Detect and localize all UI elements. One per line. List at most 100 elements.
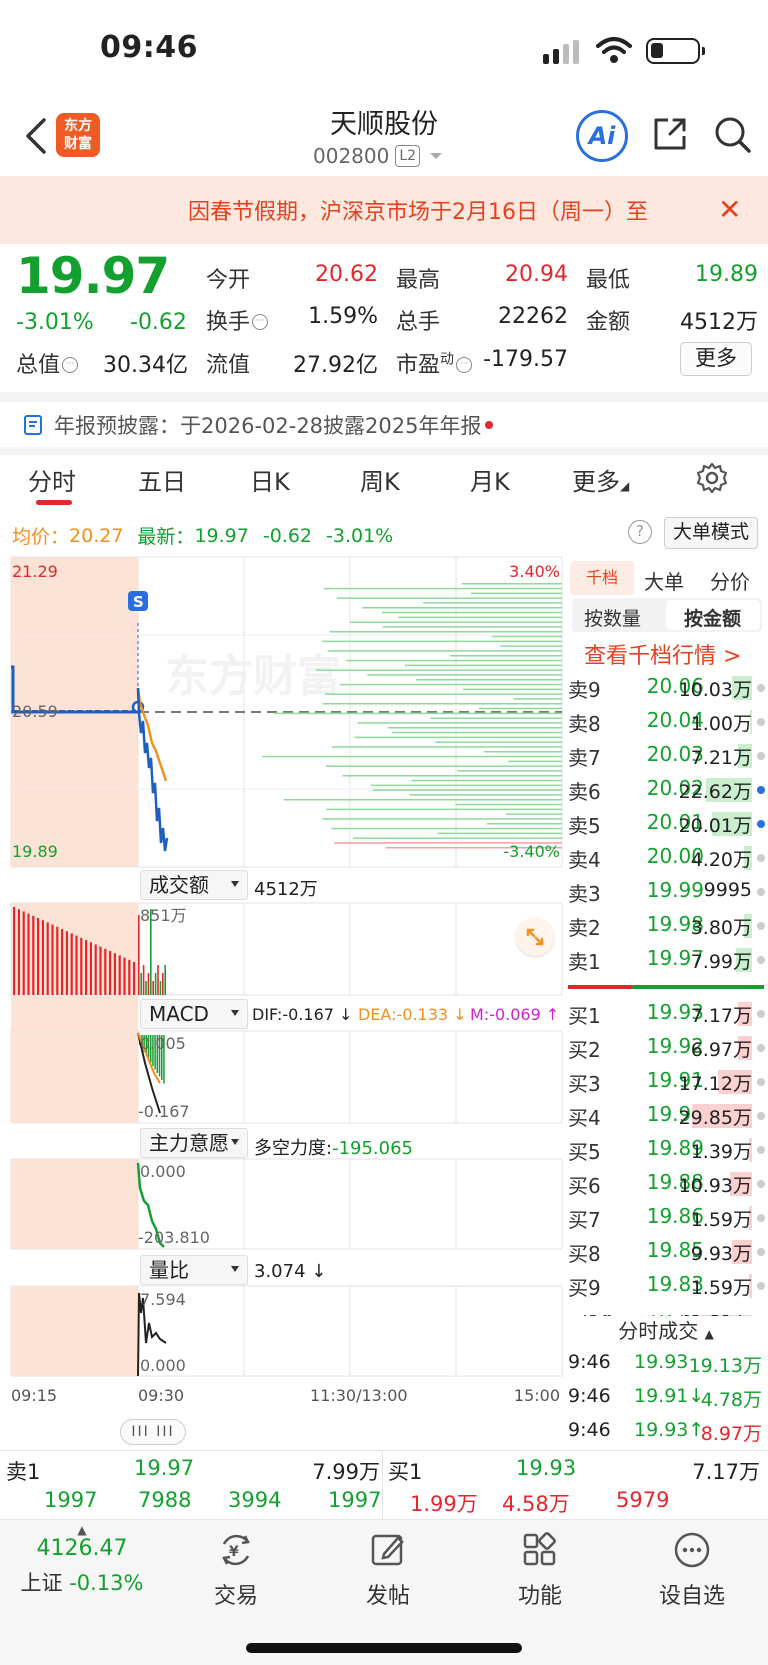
tab-intraday[interactable]: 分时	[28, 462, 76, 497]
ask-row-6[interactable]: 卖4 20.00 4.20万	[566, 840, 766, 874]
gear-icon[interactable]	[696, 462, 728, 494]
bid-row-4[interactable]: 买4 19.90 29.85万	[566, 1098, 766, 1132]
by-quantity-button[interactable]: 按数量	[584, 604, 641, 631]
volume-ratio-select[interactable]: 量比	[140, 1255, 248, 1285]
status-time: 09:46	[100, 30, 198, 65]
latest-percent: -3.01%	[326, 524, 394, 547]
share-icon[interactable]	[650, 114, 690, 154]
m-value: M:-0.069 ↑	[470, 1005, 560, 1024]
level-volume: 1.59万	[690, 1209, 752, 1231]
nav-trade[interactable]: ¥ 交易	[176, 1528, 296, 1610]
cellular-signal-icon	[543, 40, 579, 64]
level-price: 20.00	[646, 844, 704, 868]
volume-bar	[145, 981, 147, 995]
level-dot	[757, 1146, 765, 1154]
level-label: 卖7	[568, 746, 601, 770]
avg-label: 均价：	[12, 526, 70, 548]
index-name: 上证	[20, 1571, 63, 1595]
bid-row-9[interactable]: 买9 19.83 1.59万	[566, 1268, 766, 1302]
turnover-label[interactable]: 换手 ···	[206, 304, 269, 336]
main-axis-bottom: -203.810	[138, 1228, 210, 1247]
caret-icon	[231, 1139, 239, 1145]
intraday-chart[interactable]: 东方财富 S 21.29 20.59 19.89 3.40% -3.40% 85…	[0, 553, 564, 1419]
ask-row-5[interactable]: 卖5 20.01 20.01万	[566, 806, 766, 840]
level-price: 19.92	[646, 1034, 704, 1058]
float-cap-label: 流值	[206, 353, 251, 378]
tab-thousand-levels[interactable]: 千档	[570, 561, 634, 595]
main-force-indicator-select[interactable]: 主力意愿	[140, 1128, 248, 1158]
more-quote-button[interactable]: 更多	[680, 342, 752, 376]
level-dot	[757, 1248, 765, 1256]
depth-bar	[322, 818, 562, 820]
close-icon[interactable]: ✕	[718, 196, 741, 224]
level-label: 卖9	[568, 678, 601, 702]
level-dot	[757, 1180, 765, 1188]
ask-row-1[interactable]: 卖9 20.06 10.03万	[566, 670, 766, 704]
caret-icon	[231, 881, 239, 887]
nav-add-watchlist[interactable]: 设自选	[632, 1528, 752, 1610]
market-cap-label[interactable]: 总值 ···	[16, 347, 79, 379]
ask-row-4[interactable]: 卖6 20.02 22.62万	[566, 772, 766, 806]
tab-weekly-k[interactable]: 周K	[360, 462, 400, 497]
ask-row-2[interactable]: 卖8 20.04 1.00万	[566, 704, 766, 738]
ai-assistant-button[interactable]: Ai	[576, 110, 628, 162]
chart-scroll-handle[interactable]: III III	[120, 1419, 186, 1445]
volume-indicator-select[interactable]: 成交额	[140, 870, 248, 900]
by-amount-button[interactable]: 按金额	[684, 604, 741, 631]
volume-bar	[22, 911, 25, 995]
bid-row-1[interactable]: 买1 19.93 7.17万	[566, 996, 766, 1030]
view-thousand-levels-link[interactable]: 查看千档行情 >	[584, 638, 741, 670]
depth-bar	[336, 597, 562, 599]
ask-row-9[interactable]: 卖1 19.97 7.99万	[566, 942, 766, 976]
bid-row-3[interactable]: 买3 19.91 17.12万	[566, 1064, 766, 1098]
bid-row-6[interactable]: 买6 19.88 10.93万	[566, 1166, 766, 1200]
volume-bar	[32, 915, 35, 995]
depth-bar	[484, 751, 562, 753]
tab-monthly-k[interactable]: 月K	[470, 462, 510, 497]
bid-row-8[interactable]: 买8 19.85 9.93万	[566, 1234, 766, 1268]
volume-bar	[164, 965, 166, 995]
bid-row-5[interactable]: 买5 19.89 1.39万	[566, 1132, 766, 1166]
level-volume: 3.80万	[690, 917, 752, 939]
volume-axis-max: 851万	[140, 906, 187, 925]
big-order-mode-button[interactable]: 大单模式	[664, 517, 758, 549]
depth-bar	[478, 707, 562, 710]
tab-big-orders[interactable]: 大单	[644, 566, 684, 595]
caret-icon: ◢	[620, 479, 630, 493]
expand-icon[interactable]	[516, 918, 554, 956]
ask-row-3[interactable]: 卖7 20.03 7.21万	[566, 738, 766, 772]
main-power-label: 多空力度:	[254, 1138, 333, 1159]
depth-bar	[324, 693, 562, 695]
time-axis-midday: 11:30/13:00	[310, 1386, 408, 1405]
help-icon[interactable]: ?	[628, 520, 652, 544]
tick-trades-header[interactable]: 分时成交 ▲	[566, 1315, 766, 1344]
tab-price-distribution[interactable]: 分价	[710, 566, 750, 595]
annual-report-notice[interactable]: 年报预披露：于2026-02-28披露2025年年报	[22, 405, 494, 445]
index-ticker[interactable]: ▲ 4126.47 上证 -0.13%	[20, 1524, 144, 1597]
macd-axis-bottom: -0.167	[138, 1102, 190, 1121]
tick-price: 19.93	[634, 1351, 689, 1373]
ask-row-7[interactable]: 卖3 19.99 9995	[566, 874, 766, 908]
volume-bar	[104, 948, 107, 995]
macd-indicator-select[interactable]: MACD	[140, 999, 248, 1029]
level-price: 19.89	[646, 1136, 704, 1160]
level-label: 卖5	[568, 814, 601, 838]
bid-row-7[interactable]: 买7 19.86 1.59万	[566, 1200, 766, 1234]
tab-daily-k[interactable]: 日K	[250, 462, 290, 497]
market-cap-value: 30.34亿	[103, 353, 188, 378]
tab-more[interactable]: 更多◢	[572, 462, 629, 497]
tick-time: 9:46	[568, 1385, 611, 1407]
search-icon[interactable]	[712, 114, 752, 154]
nav-functions[interactable]: 功能	[480, 1528, 600, 1610]
volume-bar	[89, 942, 92, 995]
amount-value: 4512万	[680, 310, 758, 335]
depth-bar	[492, 635, 562, 638]
stock-code-selector[interactable]: 002800 L2	[313, 144, 444, 168]
price-axis-bottom: 19.89	[12, 842, 58, 861]
nav-post[interactable]: 发帖	[328, 1528, 448, 1610]
ask-row-8[interactable]: 卖2 19.98 3.80万	[566, 908, 766, 942]
tab-five-day[interactable]: 五日	[138, 462, 186, 497]
pe-label[interactable]: 市盈动 ···	[396, 347, 473, 379]
ask-queue-1: 1997	[44, 1488, 98, 1512]
bid-row-2[interactable]: 买2 19.92 6.97万	[566, 1030, 766, 1064]
